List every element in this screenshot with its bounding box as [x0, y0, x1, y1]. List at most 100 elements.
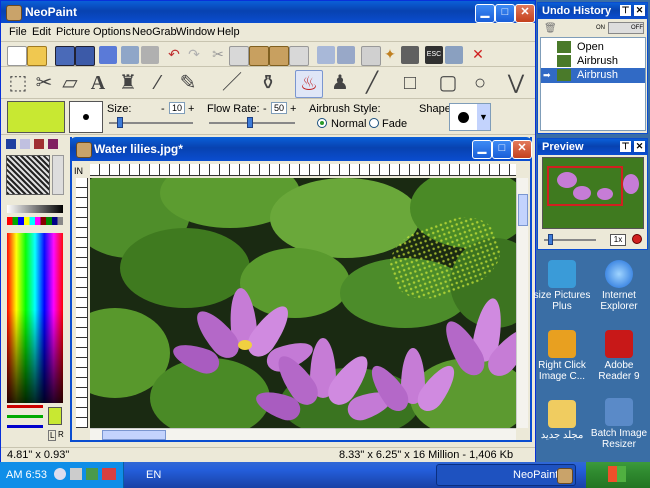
ruler-unit[interactable]: IN: [74, 166, 83, 176]
texture-mode-icon[interactable]: [34, 139, 44, 149]
open-file-icon[interactable]: [27, 46, 47, 66]
rounded-rect-tool-icon[interactable]: ▢: [435, 70, 461, 96]
document-title-bar[interactable]: Water lilies.jpg* ▁ □ ✕: [70, 137, 532, 161]
menu-window[interactable]: Window: [176, 26, 215, 38]
scissors-tool-icon[interactable]: ✂: [31, 70, 57, 96]
eraser-tool-icon[interactable]: ▱: [57, 70, 83, 96]
fullscreen-icon[interactable]: [445, 46, 463, 64]
save-icon[interactable]: [55, 46, 75, 66]
desktop-icon-new-folder[interactable]: مجلد جديد: [533, 400, 591, 441]
flow-minus[interactable]: -: [263, 103, 267, 115]
desktop-icon-batch-image-resizer[interactable]: Batch Image Resizer: [590, 398, 648, 450]
antivirus-icon[interactable]: [86, 468, 98, 480]
image-canvas[interactable]: [90, 178, 516, 428]
properties-icon[interactable]: [361, 46, 381, 66]
pin-icon[interactable]: ⊤: [620, 141, 631, 152]
vertical-scrollbar[interactable]: [516, 178, 528, 428]
gradient-mode-icon[interactable]: [20, 139, 30, 149]
rectangle-tool-icon[interactable]: □: [397, 70, 423, 96]
trash-icon[interactable]: 🗑: [544, 23, 557, 34]
brush-tool-icon[interactable]: ✎: [175, 70, 201, 96]
horizontal-scroll-thumb[interactable]: [102, 430, 166, 440]
line-tool-icon[interactable]: ╱: [359, 70, 385, 96]
menu-picture[interactable]: Picture: [56, 26, 90, 38]
paste-new-icon[interactable]: [269, 46, 289, 66]
desktop-icon-internet-explorer[interactable]: Internet Explorer: [590, 260, 648, 312]
doc-close-button[interactable]: ✕: [512, 140, 532, 159]
ellipse-tool-icon[interactable]: ○: [467, 70, 493, 96]
paint-bucket-tool-icon[interactable]: ⚱: [255, 70, 281, 96]
blue-slider[interactable]: [7, 425, 43, 428]
desktop-icon-adobe-reader[interactable]: Adobe Reader 9: [590, 330, 648, 382]
taskbar-neopaint-button[interactable]: NeoPaint: [436, 464, 576, 486]
clock[interactable]: AM 6:53: [6, 469, 47, 481]
vertical-scroll-thumb[interactable]: [518, 194, 528, 226]
pencil-tool-icon[interactable]: ／: [219, 70, 245, 96]
shape-dropdown[interactable]: ▼: [449, 103, 491, 131]
desktop-icon-resize-pictures[interactable]: size Pictures Plus: [533, 260, 591, 312]
horizontal-scrollbar[interactable]: [90, 428, 516, 440]
resize-icon[interactable]: [337, 46, 355, 64]
title-bar[interactable]: NeoPaint ▁ □ ✕: [1, 1, 535, 23]
panel-close-icon[interactable]: ✕: [634, 5, 645, 16]
stamp-tool-icon[interactable]: ♜: [115, 70, 141, 96]
airbrush-tool-icon[interactable]: ♨: [295, 70, 323, 98]
desktop-icon-right-click-image[interactable]: Right Click Image C...: [533, 330, 591, 382]
network-icon[interactable]: [54, 468, 66, 480]
size-slider-thumb[interactable]: [117, 117, 123, 128]
right-button-label[interactable]: R: [58, 430, 64, 439]
size-plus[interactable]: +: [188, 103, 194, 115]
flow-rate-input[interactable]: 50: [271, 102, 287, 114]
undo-history-title-bar[interactable]: Undo History ⊤ ✕: [538, 3, 647, 19]
panel-close-icon[interactable]: ✕: [634, 141, 645, 152]
fade-radio[interactable]: [369, 118, 379, 128]
menu-options[interactable]: Options: [93, 26, 131, 38]
eyedropper-tool-icon[interactable]: ⁄: [145, 70, 171, 96]
left-button-label[interactable]: L: [48, 430, 57, 441]
pattern-mode-icon[interactable]: [48, 139, 58, 149]
scan-icon[interactable]: [99, 46, 117, 64]
maximize-button[interactable]: □: [495, 4, 515, 23]
flow-slider-thumb[interactable]: [247, 117, 253, 128]
doc-maximize-button[interactable]: □: [492, 140, 512, 159]
undo-item[interactable]: Airbrush: [541, 54, 645, 68]
preview-viewport-frame[interactable]: [547, 166, 623, 206]
select-tool-icon[interactable]: ⬚: [5, 70, 31, 96]
cut-icon[interactable]: ✂: [209, 46, 227, 64]
esc-icon[interactable]: ESC: [425, 46, 443, 64]
crop-icon[interactable]: [317, 46, 335, 64]
tray-app-icon[interactable]: [102, 468, 116, 480]
text-tool-icon[interactable]: A: [85, 70, 111, 96]
new-file-icon[interactable]: [7, 46, 27, 66]
green-slider[interactable]: [7, 415, 43, 418]
preview-thumbnail[interactable]: [542, 157, 644, 229]
red-slider[interactable]: [7, 405, 43, 408]
size-input[interactable]: 10: [169, 102, 185, 114]
close-button[interactable]: ✕: [515, 4, 535, 23]
menu-edit[interactable]: Edit: [32, 26, 51, 38]
undo-toggle[interactable]: OFF: [608, 22, 644, 34]
undo-item[interactable]: Open: [541, 40, 645, 54]
grayscale-bar[interactable]: [7, 205, 63, 213]
grayscale-icon[interactable]: [401, 46, 419, 64]
print-icon[interactable]: [141, 46, 159, 64]
pin-icon[interactable]: ⊤: [620, 5, 631, 16]
menu-neograb[interactable]: NeoGrab: [132, 26, 177, 38]
color-mode-icon[interactable]: [6, 139, 16, 149]
undo-icon[interactable]: ↶: [165, 46, 183, 64]
normal-radio[interactable]: [317, 118, 327, 128]
record-icon[interactable]: [632, 234, 642, 244]
current-color-swatch[interactable]: [7, 101, 65, 133]
basic-colors-bar[interactable]: [7, 217, 63, 225]
menu-file[interactable]: File: [9, 26, 27, 38]
redo-icon[interactable]: ↷: [185, 46, 203, 64]
paste-icon[interactable]: [249, 46, 269, 66]
paste-into-icon[interactable]: [289, 46, 309, 66]
effects-icon[interactable]: ✦: [381, 46, 399, 64]
copy-icon[interactable]: [229, 46, 249, 66]
zoom-slider-thumb[interactable]: [548, 234, 553, 245]
start-button[interactable]: [586, 462, 650, 488]
email-icon[interactable]: [121, 46, 139, 64]
doc-minimize-button[interactable]: ▁: [472, 140, 492, 159]
clone-tool-icon[interactable]: ♟: [327, 70, 353, 96]
